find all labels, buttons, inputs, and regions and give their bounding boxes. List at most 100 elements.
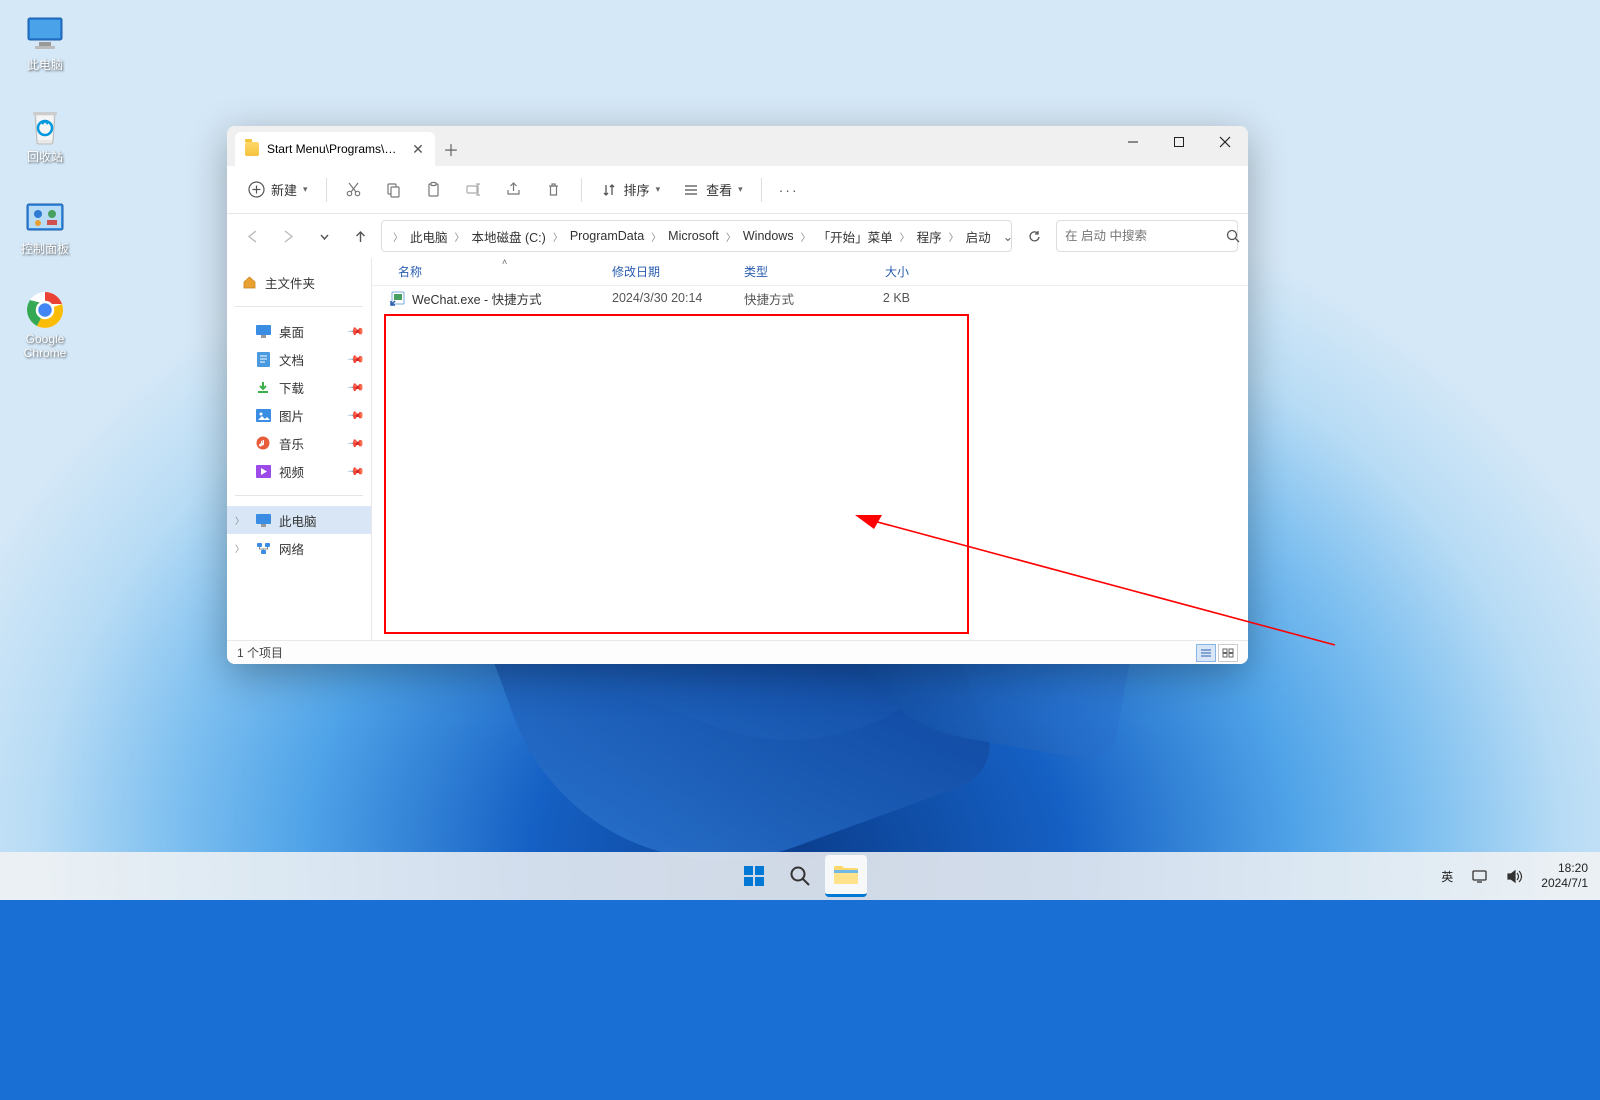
sidebar-documents[interactable]: 文档📌 [227,345,371,373]
breadcrumb-item[interactable]: 此电脑 [406,225,452,248]
desktop-icon-control-panel[interactable]: 控制面板 [10,198,80,278]
cut-button[interactable] [335,173,373,207]
start-button[interactable] [733,855,775,897]
chevron-right-icon: 〉 [650,229,662,244]
delete-button[interactable] [535,173,573,207]
trash-icon [545,181,563,199]
icons-view-button[interactable] [1218,644,1238,662]
view-button[interactable]: 查看 ▾ [672,173,753,207]
chevron-down-icon: ▾ [738,184,743,195]
breadcrumb-item[interactable]: Microsoft [664,227,723,245]
chevron-right-icon: 〉 [235,542,244,555]
video-icon [255,463,271,479]
column-type[interactable]: 类型 [736,258,844,285]
more-button[interactable]: ··· [770,173,808,207]
sidebar-downloads[interactable]: 下载📌 [227,373,371,401]
network-icon [255,540,271,556]
breadcrumb-item[interactable]: Windows [739,227,798,245]
sidebar-videos[interactable]: 视频 📌 [227,457,371,485]
copy-button[interactable] [375,173,413,207]
pin-icon: 📌 [347,378,366,397]
sidebar-pictures[interactable]: 图片📌 [227,401,371,429]
document-icon [255,351,271,367]
address-dropdown[interactable]: ⌄ [997,229,1012,244]
tray-volume-button[interactable] [1502,865,1527,888]
pin-icon: 📌 [347,462,366,481]
column-date[interactable]: 修改日期 [604,258,736,285]
nav-forward-button[interactable] [273,221,303,251]
chevron-down-icon: ▾ [656,184,661,195]
window-controls [1110,126,1248,166]
taskbar-search-button[interactable] [779,855,821,897]
tray-clock[interactable]: 18:20 2024/7/1 [1537,857,1592,895]
paste-button[interactable] [415,173,453,207]
close-button[interactable] [1202,126,1248,158]
file-list[interactable]: WeChat.exe - 快捷方式 2024/3/30 20:14 快捷方式 2… [372,286,1248,640]
column-name[interactable]: 名称 [390,258,604,285]
clock-time: 18:20 [1541,861,1588,876]
sidebar-music[interactable]: 音乐📌 [227,429,371,457]
chevron-right-icon: 〉 [800,229,812,244]
address-bar[interactable]: 〉 此电脑〉 本地磁盘 (C:)〉 ProgramData〉 Microsoft… [381,220,1012,252]
view-mode-buttons [1196,644,1238,662]
sidebar-label: 网络 [279,539,304,558]
chevron-right-icon: 〉 [552,229,564,244]
system-tray: 英 18:20 2024/7/1 [1437,857,1592,895]
sidebar-label: 视频 [279,462,304,481]
file-row[interactable]: WeChat.exe - 快捷方式 2024/3/30 20:14 快捷方式 2… [372,286,1248,310]
titlebar[interactable]: Start Menu\Programs\Startup ✕ ＋ [227,126,1248,166]
file-list-pane: ˄ 名称 修改日期 类型 大小 WeChat.exe - 快捷方式 2024/3… [372,258,1248,640]
breadcrumb-item[interactable]: 本地磁盘 (C:) [468,225,550,248]
desktop-icon-this-pc[interactable]: 此电脑 [10,14,80,94]
sort-button[interactable]: 排序 ▾ [590,173,671,207]
sidebar-network[interactable]: 〉 网络 [227,534,371,562]
status-bar: 1 个项目 [227,640,1248,664]
refresh-button[interactable] [1018,220,1050,252]
scissors-icon [345,181,363,199]
nav-history-button[interactable] [309,221,339,251]
maximize-button[interactable] [1156,126,1202,158]
desktop-icon-recycle-bin[interactable]: 回收站 [10,106,80,186]
copy-icon [385,181,403,199]
breadcrumb-item[interactable]: 启动 [962,225,995,248]
share-button[interactable] [495,173,533,207]
chevron-right-icon: 〉 [392,229,404,244]
sidebar-this-pc[interactable]: 〉此电脑 [227,506,371,534]
chevron-right-icon: 〉 [454,229,466,244]
nav-back-button[interactable] [237,221,267,251]
file-name: WeChat.exe - 快捷方式 [412,289,542,308]
search-icon [1226,229,1240,243]
search-input[interactable] [1065,229,1226,243]
home-icon [241,274,257,290]
view-label: 查看 [706,180,732,199]
taskbar[interactable]: 英 18:20 2024/7/1 [0,852,1600,900]
new-button[interactable]: 新建 ▾ [237,173,318,207]
taskbar-explorer-button[interactable] [825,855,867,897]
tab-close-button[interactable]: ✕ [411,141,425,157]
desktop-icon-chrome[interactable]: Google Chrome [10,290,80,370]
sidebar-label: 音乐 [279,434,304,453]
breadcrumb-item[interactable]: 「开始」菜单 [814,225,897,248]
desktop-icon-label: Google Chrome [10,332,80,360]
rename-button[interactable] [455,173,493,207]
nav-up-button[interactable] [345,221,375,251]
tray-network-button[interactable] [1467,865,1492,888]
sidebar-desktop[interactable]: 桌面📌 [227,317,371,345]
status-text: 1 个项目 [237,644,283,661]
breadcrumb-item[interactable]: 程序 [913,225,946,248]
ime-indicator[interactable]: 英 [1437,864,1457,889]
breadcrumb-item[interactable]: ProgramData [566,227,648,245]
sort-label: 排序 [624,180,650,199]
navigation-pane[interactable]: 主文件夹 桌面📌 文档📌 下载📌 图片📌 音乐📌 视频📌 〉此电脑 〉网络 [227,258,372,640]
sort-indicator-icon: ˄ [502,257,507,267]
annotation-highlight-box [384,314,969,634]
minimize-button[interactable] [1110,126,1156,158]
window-tab[interactable]: Start Menu\Programs\Startup ✕ [235,132,435,166]
search-box[interactable] [1056,220,1238,252]
sidebar-home[interactable]: 主文件夹 [227,268,371,296]
new-tab-button[interactable]: ＋ [435,132,467,166]
details-view-button[interactable] [1196,644,1216,662]
desktop-icon-label: 回收站 [10,148,80,165]
column-size[interactable]: 大小 [844,258,918,285]
chevron-right-icon: 〉 [899,229,911,244]
